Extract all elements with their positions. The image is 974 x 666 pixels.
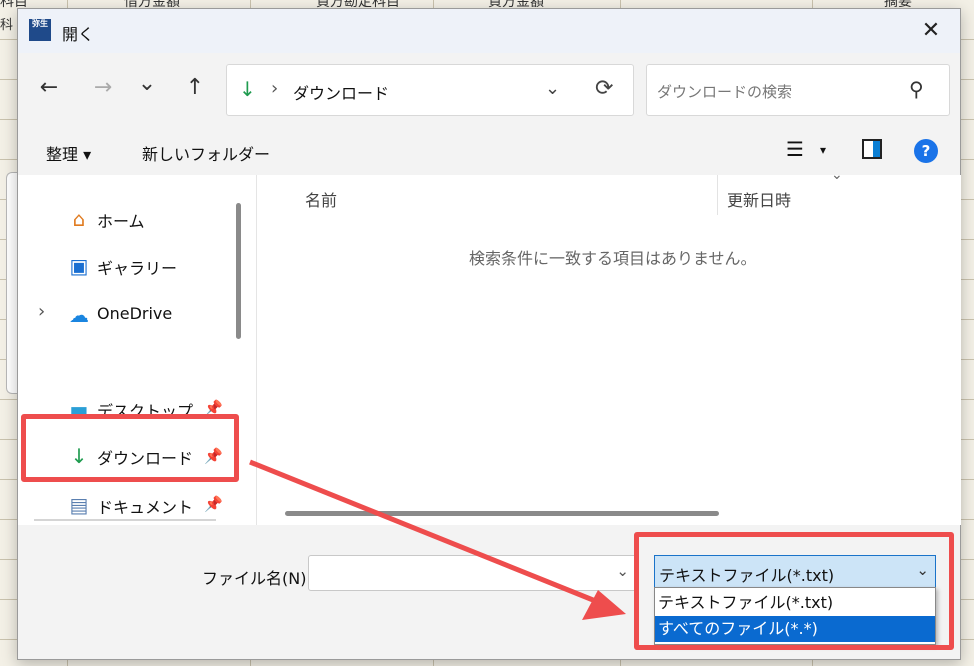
arrow-shaft [249,459,599,605]
annotation-arrow [249,459,626,620]
arrow-head [582,590,626,620]
